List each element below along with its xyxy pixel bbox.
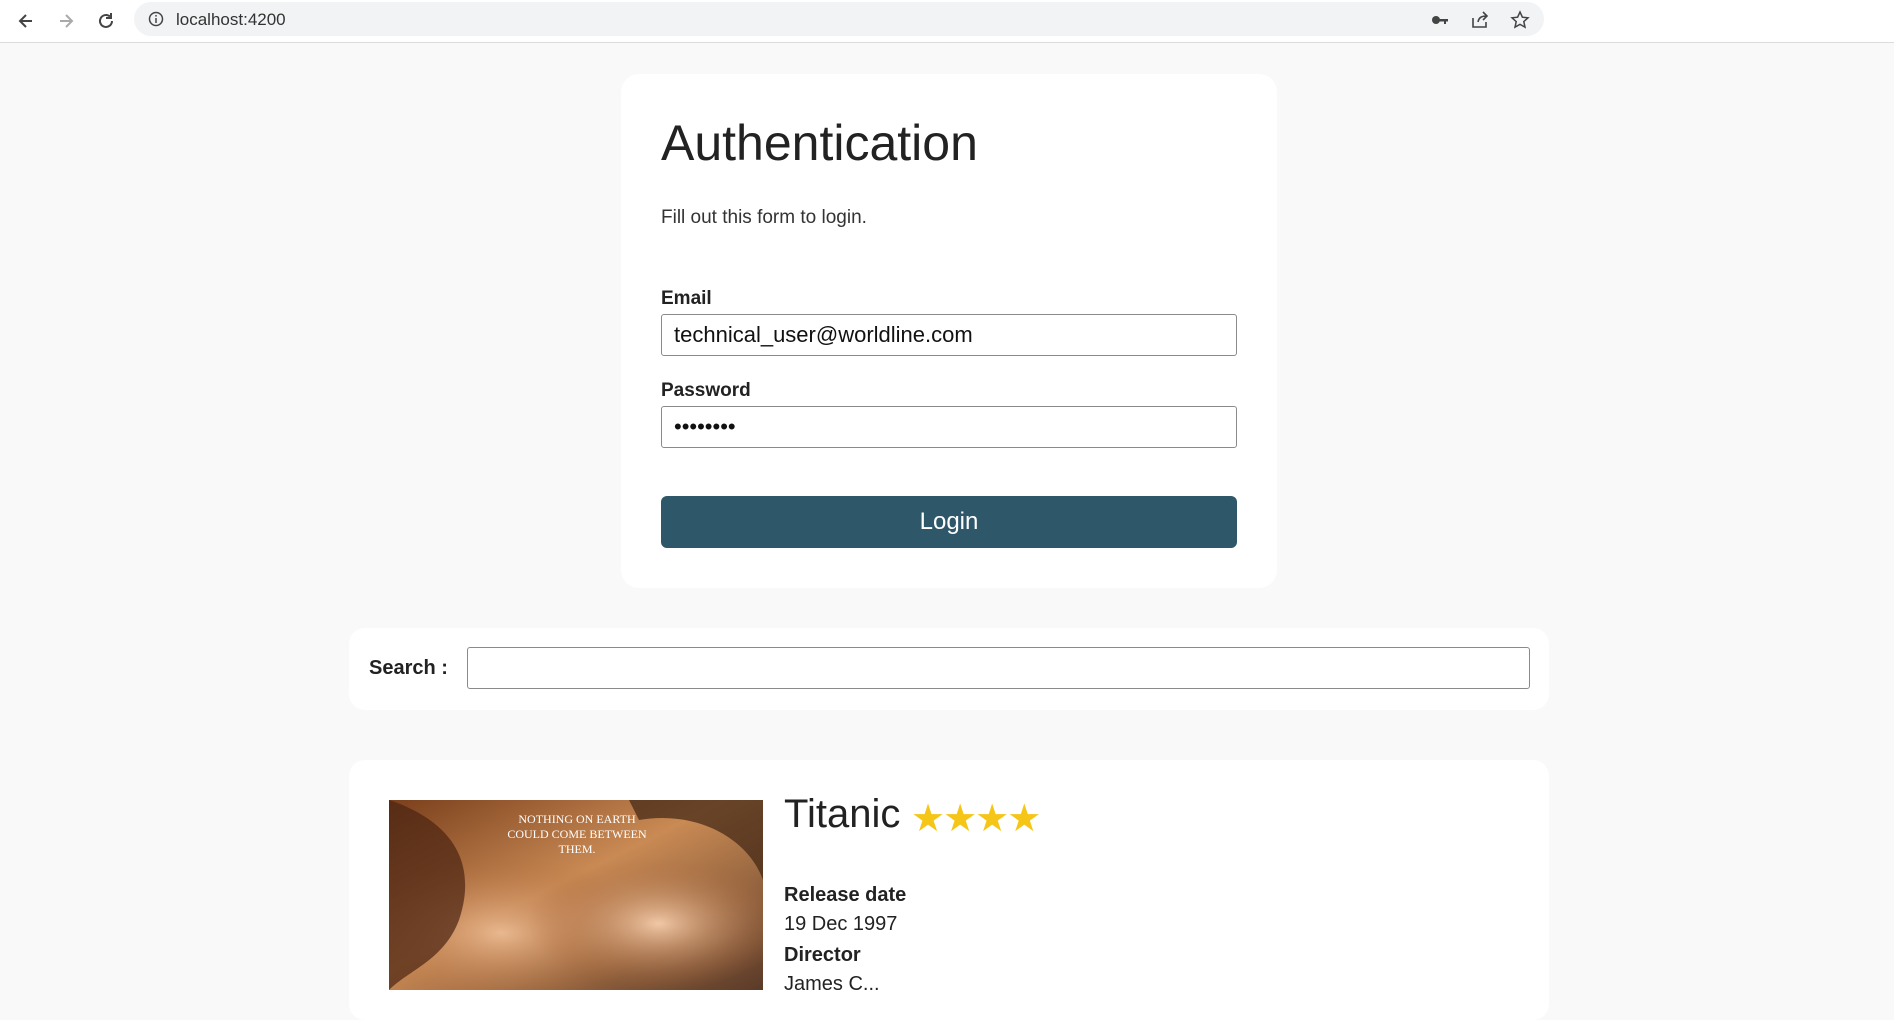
movie-card[interactable]: NOTHING ON EARTH COULD COME BETWEEN THEM… xyxy=(349,760,1549,1020)
search-input[interactable] xyxy=(467,647,1530,689)
info-icon[interactable] xyxy=(148,11,164,27)
login-button[interactable]: Login xyxy=(661,496,1237,548)
auth-subtitle: Fill out this form to login. xyxy=(661,207,867,228)
key-icon[interactable] xyxy=(1430,10,1450,30)
search-label: Search : xyxy=(369,657,448,679)
rating-stars: ★★★★ xyxy=(911,798,1041,840)
auth-title: Authentication xyxy=(661,115,978,171)
release-date-label: Release date xyxy=(784,884,907,906)
forward-icon[interactable] xyxy=(52,7,80,35)
address-bar[interactable]: localhost:4200 xyxy=(134,2,1544,36)
poster-tagline: NOTHING ON EARTH COULD COME BETWEEN THEM… xyxy=(507,812,647,856)
director-label: Director xyxy=(784,944,861,966)
movie-poster: NOTHING ON EARTH COULD COME BETWEEN THEM… xyxy=(389,800,763,990)
email-label: Email xyxy=(661,288,712,309)
movie-title: Titanic xyxy=(784,792,901,836)
search-card: Search : xyxy=(349,628,1549,710)
director-value: James C... xyxy=(784,973,880,995)
password-label: Password xyxy=(661,380,751,401)
auth-card: Authentication Fill out this form to log… xyxy=(621,74,1277,588)
browser-toolbar: localhost:4200 xyxy=(0,0,1894,43)
back-icon[interactable] xyxy=(12,7,40,35)
url-text: localhost:4200 xyxy=(176,10,286,29)
password-field[interactable] xyxy=(661,406,1237,448)
star-bookmark-icon[interactable] xyxy=(1510,10,1530,30)
share-icon[interactable] xyxy=(1470,10,1490,30)
email-field[interactable] xyxy=(661,314,1237,356)
release-date-value: 19 Dec 1997 xyxy=(784,913,898,935)
reload-icon[interactable] xyxy=(92,7,120,35)
